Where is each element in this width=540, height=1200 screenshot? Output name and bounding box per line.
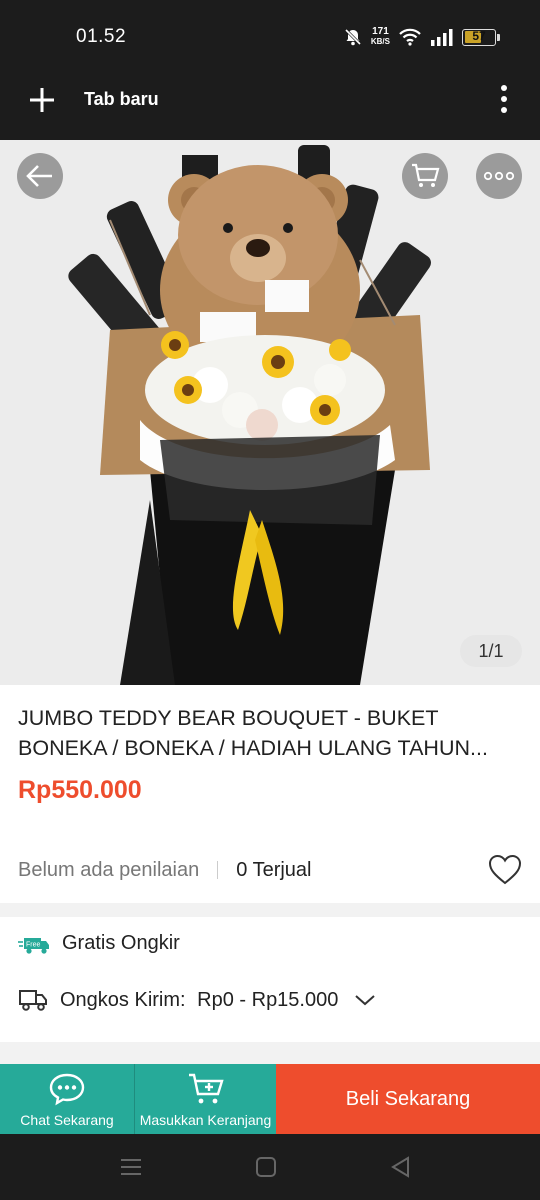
signal-icon bbox=[431, 29, 453, 46]
free-shipping-icon: Free bbox=[18, 937, 49, 954]
product-title: JUMBO TEDDY BEAR BOUQUET - BUKET BONEKA … bbox=[18, 706, 488, 760]
action-bar: Chat Sekarang Masukkan Keranjang Beli Se… bbox=[0, 1064, 540, 1134]
product-image[interactable]: 1/1 bbox=[0, 140, 540, 685]
chat-label: Chat Sekarang bbox=[20, 1112, 114, 1128]
sold-count: 0 Terjual bbox=[236, 858, 312, 881]
section-divider bbox=[0, 1042, 540, 1064]
rating-text: Belum ada penilaian bbox=[18, 858, 200, 881]
chat-button[interactable]: Chat Sekarang bbox=[0, 1064, 135, 1134]
more-icon bbox=[483, 171, 515, 181]
net-speed-value: 171 bbox=[372, 26, 389, 37]
more-button[interactable] bbox=[476, 153, 522, 199]
buy-now-label: Beli Sekarang bbox=[345, 1087, 471, 1110]
status-bar: 01.52 171 KB/S 57 bbox=[0, 0, 540, 72]
overflow-menu-icon[interactable] bbox=[500, 85, 508, 113]
battery-level: 57 bbox=[472, 28, 486, 43]
chat-icon bbox=[49, 1073, 85, 1106]
back-arrow-icon bbox=[26, 165, 52, 187]
home-icon[interactable] bbox=[253, 1154, 279, 1180]
bell-muted-icon bbox=[344, 28, 361, 46]
truck-icon bbox=[19, 990, 47, 1011]
image-counter: 1/1 bbox=[460, 635, 522, 667]
free-shipping-row: Free Gratis Ongkir bbox=[18, 932, 180, 955]
back-nav-icon[interactable] bbox=[388, 1154, 414, 1180]
status-time: 01.52 bbox=[76, 26, 127, 47]
product-price: Rp550.000 bbox=[18, 776, 142, 804]
net-speed-unit: KB/S bbox=[370, 37, 390, 46]
status-icons: 171 KB/S 57 bbox=[343, 24, 500, 50]
cart-button[interactable] bbox=[402, 153, 448, 199]
system-nav-bar bbox=[0, 1134, 540, 1200]
heart-icon[interactable] bbox=[487, 852, 523, 888]
buy-now-button[interactable]: Beli Sekarang bbox=[276, 1064, 540, 1134]
section-divider bbox=[0, 903, 540, 917]
menu-icon[interactable] bbox=[118, 1154, 144, 1180]
back-button[interactable] bbox=[17, 153, 63, 199]
shipping-cost-value: Rp0 - Rp15.000 bbox=[197, 988, 339, 1011]
battery-icon: 57 bbox=[462, 28, 500, 46]
wifi-icon bbox=[399, 28, 421, 46]
divider bbox=[217, 861, 219, 879]
shipping-cost-row[interactable]: Ongkos Kirim: Rp0 - Rp15.000 bbox=[18, 988, 376, 1012]
shipping-cost-label: Ongkos Kirim: bbox=[60, 988, 186, 1011]
cart-label: Masukkan Keranjang bbox=[139, 1112, 272, 1128]
chevron-down-icon[interactable] bbox=[354, 993, 376, 1007]
add-to-cart-button[interactable]: Masukkan Keranjang bbox=[135, 1064, 276, 1134]
cart-icon bbox=[412, 163, 440, 187]
free-shipping-label: Gratis Ongkir bbox=[62, 932, 180, 954]
plus-icon[interactable] bbox=[28, 86, 56, 114]
browser-top-bar: Tab baru bbox=[0, 72, 540, 140]
add-to-cart-icon bbox=[188, 1073, 224, 1104]
tab-title[interactable]: Tab baru bbox=[84, 89, 159, 110]
rating-row: Belum ada penilaian 0 Terjual bbox=[18, 852, 523, 888]
net-speed: 171 KB/S bbox=[371, 27, 390, 47]
free-badge: Free bbox=[26, 941, 41, 948]
bouquet-photo bbox=[0, 140, 540, 685]
